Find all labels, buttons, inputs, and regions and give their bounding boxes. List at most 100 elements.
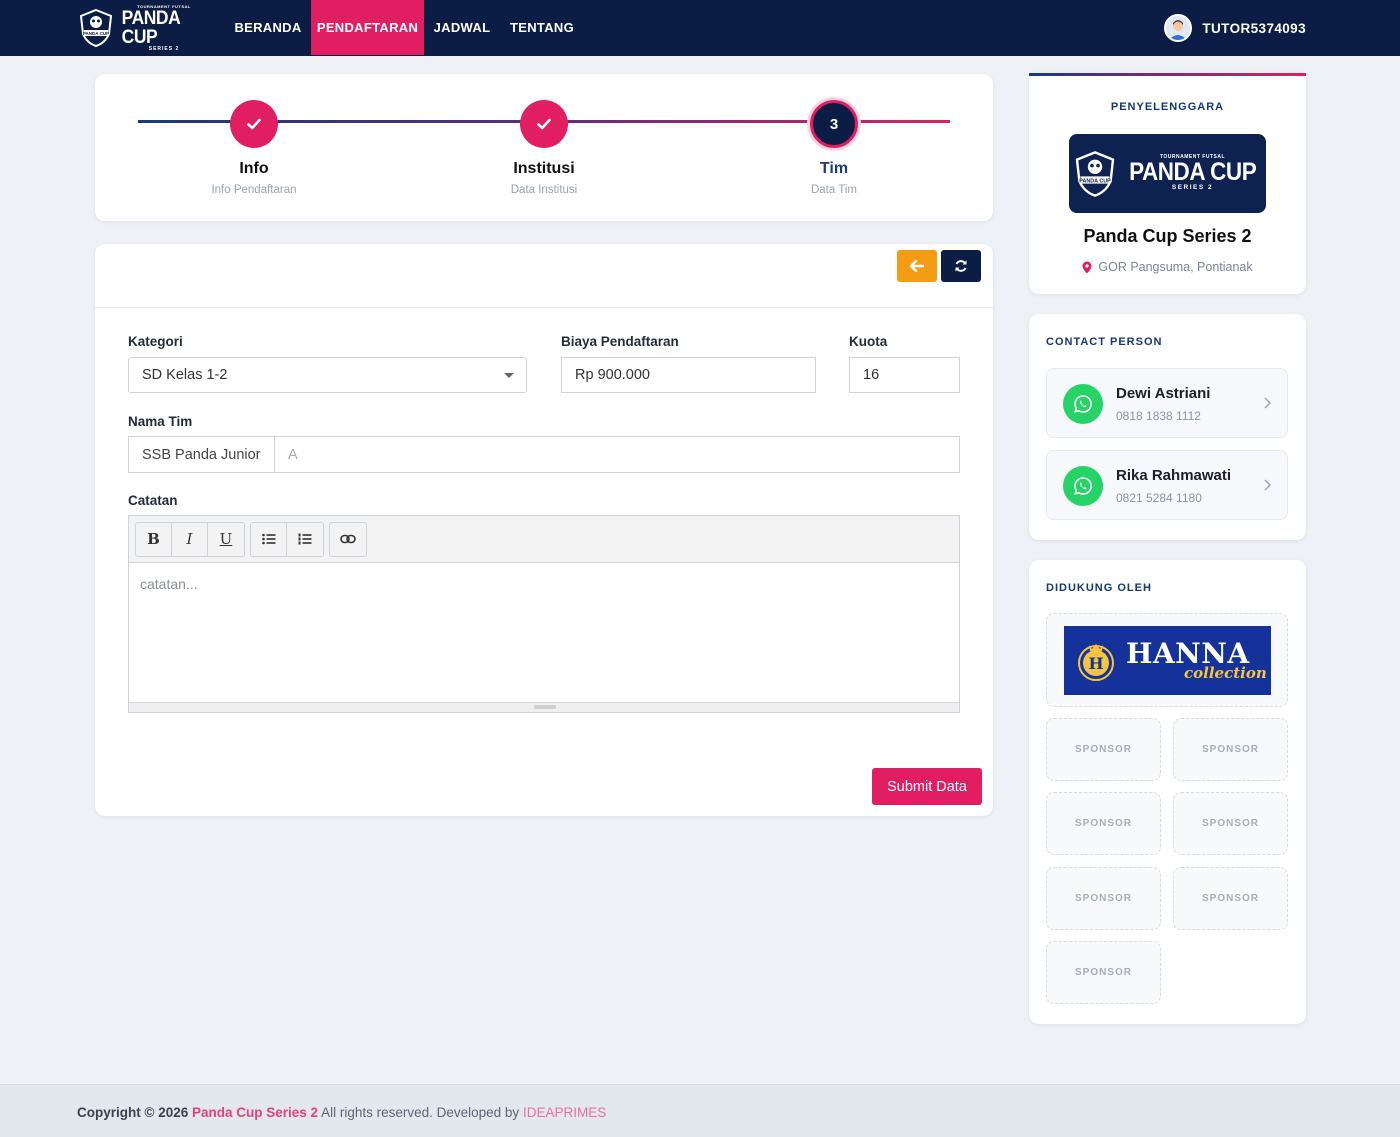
contact-item[interactable]: Rika Rahmawati 0821 5284 1180 (1046, 450, 1288, 520)
contact-card: CONTACT PERSON Dewi Astriani 0818 1838 1… (1029, 314, 1306, 540)
back-button[interactable] (897, 250, 937, 282)
contact-phone: 0821 5284 1180 (1116, 491, 1202, 505)
link-icon (340, 534, 356, 544)
kuota-label: Kuota (849, 334, 888, 349)
svg-text:H: H (1088, 654, 1103, 673)
main-sponsor[interactable]: H HANNA collection (1046, 613, 1288, 707)
step-tim: 3 Tim Data Tim (734, 100, 934, 196)
catatan-placeholder: catatan... (140, 576, 198, 592)
catatan-editor: B I U catatan... (128, 515, 960, 713)
link-group (329, 521, 367, 557)
shield-logo-icon: PANDA CUP (1075, 150, 1115, 197)
nama-tim-label: Nama Tim (128, 414, 193, 429)
underline-button[interactable]: U (208, 523, 244, 556)
form-header (95, 244, 993, 308)
whatsapp-icon (1063, 384, 1103, 424)
contact-heading: CONTACT PERSON (1046, 336, 1163, 348)
organizer-location-text: GOR Pangsuma, Pontianak (1098, 260, 1253, 274)
kategori-label: Kategori (128, 334, 183, 349)
team-form-card: Kategori SD Kelas 1-2 Biaya Pendaftaran … (95, 244, 993, 816)
contact-item[interactable]: Dewi Astriani 0818 1838 1112 (1046, 368, 1288, 438)
sponsor-slot[interactable]: SPONSOR (1173, 867, 1288, 930)
footer-site-link[interactable]: Panda Cup Series 2 (192, 1105, 318, 1120)
ordered-list-icon (298, 533, 312, 545)
nav-jadwal[interactable]: JADWAL (426, 0, 498, 55)
organizer-logo: PANDA CUP TOURNAMENT FUTSAL PANDA CUP SE… (1069, 134, 1266, 213)
sponsor-slot[interactable]: SPONSOR (1046, 941, 1161, 1004)
refresh-button[interactable] (941, 250, 981, 282)
step-subtitle: Data Tim (810, 184, 857, 196)
nama-tim-input[interactable]: A (274, 436, 960, 473)
list-group (250, 521, 324, 557)
submit-button[interactable]: Submit Data (872, 768, 982, 805)
footer-text: Copyright © 2026 Panda Cup Series 2 All … (77, 1105, 606, 1120)
step-check-icon (230, 100, 278, 148)
link-button[interactable] (330, 523, 366, 556)
svg-text:PANDA CUP: PANDA CUP (1079, 178, 1111, 184)
crest-icon: H (1078, 643, 1114, 681)
ordered-list-button[interactable] (287, 523, 323, 556)
kategori-select[interactable]: SD Kelas 1-2 (128, 357, 527, 393)
avatar (1164, 14, 1193, 42)
step-institusi: Institusi Data Institusi (444, 100, 644, 196)
hanna-logo: H HANNA collection (1064, 626, 1271, 695)
contact-name: Dewi Astriani (1116, 385, 1211, 402)
bullet-list-button[interactable] (251, 522, 287, 556)
step-title: Institusi (513, 160, 575, 177)
sponsor-slot[interactable]: SPONSOR (1046, 792, 1161, 855)
chevron-down-icon (504, 373, 514, 378)
arrow-left-icon (910, 260, 924, 272)
kuota-field[interactable]: 16 (849, 357, 960, 393)
editor-toolbar: B I U (129, 516, 959, 563)
footer-developer-link[interactable]: IDEAPRIMES (523, 1105, 606, 1120)
footer-copyright: Copyright © 2026 (77, 1105, 189, 1120)
organizer-location: GOR Pangsuma, Pontianak (1029, 260, 1306, 274)
brand-logo[interactable]: PANDA CUP TOURNAMENT FUTSAL PANDA CUP SE… (78, 4, 210, 51)
italic-button[interactable]: I (172, 522, 208, 556)
bold-button[interactable]: B (136, 522, 172, 556)
step-number: 3 (810, 100, 858, 148)
registration-stepper: Info Info Pendaftaran Institusi Data Ins… (95, 74, 993, 221)
biaya-value: Rp 900.000 (575, 367, 650, 383)
sponsor-slot[interactable]: SPONSOR (1046, 718, 1161, 781)
catatan-label: Catatan (128, 493, 178, 508)
biaya-label: Biaya Pendaftaran (561, 334, 679, 349)
organizer-heading: PENYELENGGARA (1110, 101, 1225, 113)
page-footer: Copyright © 2026 Panda Cup Series 2 All … (0, 1084, 1400, 1137)
svg-text:PANDA CUP: PANDA CUP (83, 31, 109, 36)
hanna-subtext: collection (1184, 664, 1267, 682)
sponsor-slot[interactable]: SPONSOR (1173, 792, 1288, 855)
nama-tim-placeholder: A (288, 446, 298, 463)
step-subtitle: Info Pendaftaran (211, 184, 297, 196)
step-check-icon (520, 100, 568, 148)
map-pin-icon (1082, 261, 1092, 273)
user-name: TUTOR5374093 (1202, 20, 1306, 36)
bullet-list-icon (261, 533, 275, 545)
nav-tentang[interactable]: TENTANG (502, 0, 582, 55)
kategori-value: SD Kelas 1-2 (142, 367, 228, 383)
format-group: B I U (135, 521, 245, 557)
editor-resize-handle[interactable] (129, 702, 959, 712)
contact-phone: 0818 1838 1112 (1116, 409, 1201, 423)
refresh-icon (955, 260, 967, 272)
shield-logo-icon: PANDA CUP (78, 8, 114, 48)
step-title: Tim (819, 160, 849, 177)
sponsor-slot[interactable]: SPONSOR (1173, 718, 1288, 781)
nav-beranda[interactable]: BERANDA (227, 0, 309, 55)
sponsor-slot[interactable]: SPONSOR (1046, 867, 1161, 930)
kuota-value: 16 (863, 367, 880, 383)
nav-pendaftaran[interactable]: PENDAFTARAN (311, 0, 424, 55)
step-info: Info Info Pendaftaran (154, 100, 354, 196)
contact-name: Rika Rahmawati (1116, 467, 1232, 484)
brand-name: PANDA CUP (121, 7, 180, 48)
nama-tim-prefix: SSB Panda Junior (128, 436, 275, 473)
sponsor-heading: DIDUKUNG OLEH (1046, 582, 1152, 594)
chevron-right-icon (1264, 397, 1271, 409)
user-menu[interactable]: TUTOR5374093 (1164, 14, 1306, 42)
organizer-name: Panda Cup Series 2 (1083, 226, 1252, 246)
whatsapp-icon (1063, 466, 1103, 506)
footer-rights: All rights reserved. Developed by (321, 1105, 520, 1120)
biaya-field[interactable]: Rp 900.000 (561, 357, 816, 393)
catatan-textarea[interactable]: catatan... (129, 563, 959, 702)
sponsor-card: DIDUKUNG OLEH H HANNA collection SPONSOR… (1029, 560, 1306, 1024)
